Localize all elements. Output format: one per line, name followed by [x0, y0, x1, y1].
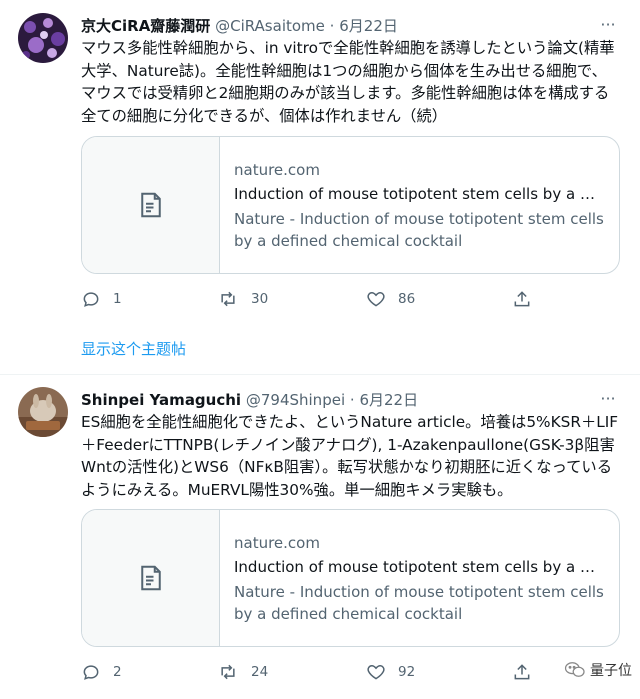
author-handle[interactable]: @794Shinpei: [246, 391, 345, 409]
tweet-1[interactable]: 京大CiRA齋藤潤研 @CiRAsaitome · 6月22日 ··· マウス多…: [0, 0, 640, 374]
document-icon: [141, 192, 161, 218]
like-button[interactable]: 92: [366, 661, 415, 683]
retweet-count: 24: [251, 664, 269, 680]
reply-count: 2: [113, 664, 122, 680]
card-description: Nature - Induction of mouse totipotent s…: [234, 583, 604, 623]
retweet-icon: [221, 291, 235, 307]
card-thumbnail: [82, 137, 220, 273]
separator: ·: [329, 17, 335, 35]
like-count: 92: [398, 664, 416, 680]
author-handle[interactable]: @CiRAsaitome: [215, 17, 325, 35]
share-icon: [514, 291, 530, 307]
retweet-icon: [221, 664, 235, 680]
tweet-actions: 1 30 86: [81, 288, 541, 310]
card-domain: nature.com: [234, 161, 320, 179]
more-options-icon[interactable]: ···: [598, 389, 618, 409]
link-card[interactable]: nature.com Induction of mouse totipotent…: [81, 136, 620, 274]
reply-count: 1: [113, 291, 122, 307]
card-thumbnail: [82, 510, 220, 646]
reply-icon: [83, 292, 99, 307]
tweet-text: ES細胞を全能性細胞化できたよ、というNature article。培養は5%K…: [81, 413, 619, 499]
reply-icon: [83, 665, 99, 680]
separator: ·: [349, 391, 355, 409]
watermark: 量子位: [564, 660, 632, 680]
tweet-actions: 2 24 92: [81, 661, 541, 683]
wechat-icon: [564, 662, 585, 677]
like-count: 86: [398, 291, 416, 307]
tweet-header: Shinpei Yamaguchi @794Shinpei · 6月22日: [81, 389, 418, 410]
like-button[interactable]: 86: [366, 288, 415, 310]
share-icon: [514, 664, 530, 680]
show-thread-link[interactable]: 显示这个主题帖: [81, 338, 186, 359]
link-card[interactable]: nature.com Induction of mouse totipotent…: [81, 509, 620, 647]
share-button[interactable]: [512, 661, 532, 683]
retweet-button[interactable]: 24: [217, 661, 268, 683]
more-options-icon[interactable]: ···: [598, 15, 618, 35]
author-name[interactable]: Shinpei Yamaguchi: [81, 391, 241, 409]
watermark-text: 量子位: [590, 663, 632, 679]
tweet-date[interactable]: 6月22日: [339, 17, 398, 35]
avatar[interactable]: [18, 387, 68, 437]
card-title: Induction of mouse totipotent stem cells…: [234, 558, 604, 576]
card-description: Nature - Induction of mouse totipotent s…: [234, 210, 604, 250]
card-domain: nature.com: [234, 534, 320, 552]
tweet-date[interactable]: 6月22日: [359, 391, 418, 409]
reply-button[interactable]: 2: [81, 661, 122, 683]
heart-icon: [367, 291, 385, 307]
document-icon: [141, 565, 161, 591]
heart-icon: [367, 664, 385, 680]
retweet-count: 30: [251, 291, 269, 307]
reply-button[interactable]: 1: [81, 288, 122, 310]
tweet-text: マウス多能性幹細胞から、in vitroで全能性幹細胞を誘導したという論文(精華…: [81, 39, 615, 125]
tweet-2[interactable]: Shinpei Yamaguchi @794Shinpei · 6月22日 ··…: [0, 375, 640, 699]
tweet-header: 京大CiRA齋藤潤研 @CiRAsaitome · 6月22日: [81, 15, 398, 36]
author-name[interactable]: 京大CiRA齋藤潤研: [81, 17, 210, 35]
avatar[interactable]: [18, 13, 68, 63]
card-title: Induction of mouse totipotent stem cells…: [234, 185, 604, 203]
share-button[interactable]: [512, 288, 532, 310]
retweet-button[interactable]: 30: [217, 288, 268, 310]
